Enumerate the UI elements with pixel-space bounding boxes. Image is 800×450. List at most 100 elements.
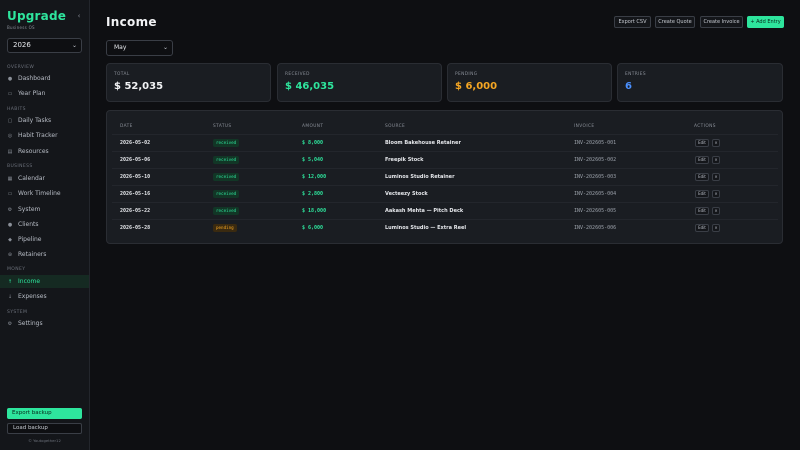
sidebar-item-label: System (18, 206, 41, 213)
delete-button[interactable]: × (712, 156, 720, 164)
sidebar-item-label: Work Timeline (18, 190, 61, 197)
table-row: 2026-05-10 received $ 12,000 Luminos Stu… (112, 168, 778, 185)
row-date: 2026-05-10 (120, 174, 151, 180)
sidebar-item-work-timeline[interactable]: ▭ Work Timeline (0, 187, 89, 200)
table-row: 2026-05-06 received $ 5,040 Freepik Stoc… (112, 151, 778, 168)
row-invoice: INV-202605-002 (574, 157, 617, 163)
row-date: 2026-05-28 (120, 225, 151, 231)
edit-button[interactable]: Edit (695, 224, 709, 232)
sidebar-item-label: Habit Tracker (18, 132, 58, 139)
section-label-overview: OVERVIEW (7, 65, 35, 70)
edit-button[interactable]: Edit (695, 156, 709, 164)
sidebar-item-year-plan[interactable]: ▭ Year Plan (0, 87, 89, 100)
row-date: 2026-05-06 (120, 157, 151, 163)
collapse-sidebar-icon[interactable]: ‹ (75, 11, 83, 21)
stat-label: ENTRIES (625, 72, 647, 77)
row-invoice: INV-202605-005 (574, 208, 617, 214)
sidebar-item-system[interactable]: ⚙ System (0, 203, 89, 216)
sidebar-item-label: Pipeline (18, 236, 42, 243)
stat-label: TOTAL (114, 72, 130, 77)
edit-button[interactable]: Edit (695, 207, 709, 215)
sidebar-footer: © Youtogether12 (28, 438, 61, 443)
sidebar-item-resources[interactable]: ▤ Resources (0, 145, 89, 158)
row-amount: $ 12,000 (302, 174, 327, 180)
sidebar-item-daily-tasks[interactable]: ▢ Daily Tasks (0, 114, 89, 127)
column-header-invoice: INVOICE (574, 124, 595, 129)
sidebar-item-pipeline[interactable]: ◆ Pipeline (0, 233, 89, 246)
sidebar-item-retainers[interactable]: ⊛ Retainers (0, 248, 89, 261)
section-label-system: SYSTEM (7, 310, 28, 315)
sidebar-item-label: Resources (18, 148, 49, 155)
sidebar-item-label: Retainers (18, 251, 47, 258)
delete-button[interactable]: × (712, 173, 720, 181)
stat-card-total: TOTAL $ 52,035 (106, 63, 271, 102)
row-source: Aakash Mehta — Pitch Deck (385, 208, 464, 214)
row-date: 2026-05-02 (120, 140, 151, 146)
stat-card-received: RECEIVED $ 46,035 (277, 63, 442, 102)
row-source: Luminos Studio — Extra Reel (385, 225, 467, 231)
row-amount: $ 2,800 (302, 191, 324, 197)
row-source: Luminos Studio Retainer (385, 174, 455, 180)
gear-icon: ⚙ (7, 320, 13, 327)
sidebar-item-habit-tracker[interactable]: ◎ Habit Tracker (0, 129, 89, 142)
sidebar-item-label: Daily Tasks (18, 117, 52, 124)
delete-button[interactable]: × (712, 139, 720, 147)
row-invoice: INV-202605-006 (574, 225, 617, 231)
sidebar-item-clients[interactable]: ● Clients (0, 218, 89, 231)
logo-row: Upgrade ‹ (7, 9, 83, 23)
sidebar-item-dashboard[interactable]: ● Dashboard (0, 72, 89, 85)
row-amount: $ 6,000 (302, 225, 324, 231)
sidebar-item-calendar[interactable]: ▦ Calendar (0, 172, 89, 185)
sidebar-item-income[interactable]: ↑ Income (0, 275, 89, 288)
column-header-date: DATE (120, 124, 133, 129)
row-invoice: INV-202605-004 (574, 191, 617, 197)
delete-button[interactable]: × (712, 207, 720, 215)
table-row: 2026-05-16 received $ 2,800 Vecteezy Sto… (112, 185, 778, 202)
chevron-down-icon: ⌄ (71, 42, 77, 49)
app-logo[interactable]: Upgrade (7, 9, 83, 23)
table-row: 2026-05-22 received $ 18,000 Aakash Meht… (112, 202, 778, 219)
row-source: Bloom Bakehouse Retainer (385, 140, 461, 146)
delete-button[interactable]: × (712, 190, 720, 198)
add-entry-button[interactable]: + Add Entry (747, 16, 784, 28)
target-icon: ◎ (7, 132, 13, 139)
arrow-down-icon: ↓ (7, 293, 13, 300)
year-select-value: 2026 (13, 41, 31, 49)
page-title: Income (106, 15, 157, 29)
sidebar-item-label: Income (18, 278, 41, 285)
column-header-actions: ACTIONS (694, 124, 716, 129)
export-csv-button[interactable]: Export CSV (614, 16, 651, 28)
row-amount: $ 8,000 (302, 140, 324, 146)
create-quote-button[interactable]: Create Quote (655, 16, 695, 28)
row-date: 2026-05-22 (120, 208, 151, 214)
delete-button[interactable]: × (712, 224, 720, 232)
sidebar-item-label: Dashboard (18, 75, 51, 82)
row-amount: $ 5,040 (302, 157, 324, 163)
status-badge: received (213, 156, 240, 164)
sidebar-item-label: Settings (18, 320, 43, 327)
month-select[interactable]: May ⌄ (106, 40, 173, 56)
edit-button[interactable]: Edit (695, 139, 709, 147)
edit-button[interactable]: Edit (695, 173, 709, 181)
stat-card-pending: PENDING $ 6,000 (447, 63, 612, 102)
calendar-icon: ▦ (7, 175, 13, 182)
row-invoice: INV-202605-003 (574, 174, 617, 180)
book-icon: ▤ (7, 148, 13, 155)
sidebar-item-label: Expenses (18, 293, 47, 300)
chevron-down-icon: ⌄ (162, 44, 168, 51)
sidebar-item-label: Clients (18, 221, 39, 228)
dashboard-icon: ● (7, 75, 13, 82)
calendar-icon: ▭ (7, 90, 13, 97)
export-backup-button[interactable]: Export backup (7, 408, 82, 419)
year-select[interactable]: 2026 ⌄ (7, 38, 82, 53)
pipeline-icon: ◆ (8, 236, 12, 243)
load-backup-button[interactable]: Load backup (7, 423, 82, 434)
sidebar-item-settings[interactable]: ⚙ Settings (0, 317, 89, 330)
tasks-icon: ▢ (7, 117, 13, 124)
sidebar-item-expenses[interactable]: ↓ Expenses (0, 290, 89, 303)
create-invoice-button[interactable]: Create Invoice (700, 16, 743, 28)
edit-button[interactable]: Edit (695, 190, 709, 198)
arrow-up-icon: ↑ (7, 278, 13, 285)
stat-value: $ 6,000 (455, 81, 498, 92)
stat-value: $ 52,035 (114, 81, 164, 92)
